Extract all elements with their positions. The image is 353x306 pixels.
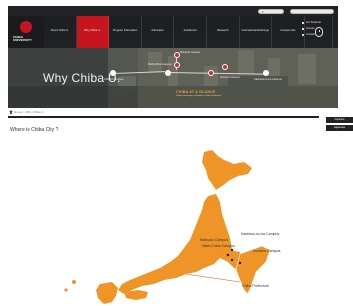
map-label-kashiwa: Kashiwa-no-ha Campus (241, 232, 280, 236)
hero-marker-label: Nishi-Chiba Campus (148, 63, 172, 66)
nav-label: Program Information (112, 29, 138, 32)
nav-about[interactable]: About Chiba U. (44, 16, 77, 48)
nav-academics[interactable]: Academics (174, 16, 207, 48)
map-hokkaido (202, 150, 252, 190)
page-title: Where is Chiba City ? (10, 127, 59, 133)
utility-link[interactable]: Contact (302, 32, 338, 38)
hero-marker-label: Matsudo Campus (180, 51, 201, 54)
logo-line-2: UNIVERSITY (13, 38, 33, 43)
feature-subtitle: Chiba University is located in Chiba Pre… (176, 95, 222, 97)
nav-label: About Chiba U. (50, 29, 69, 32)
breadcrumb-current: Why Chiba U. (25, 110, 45, 114)
hero-marker[interactable] (222, 64, 228, 70)
utility-links: For Students Access Contact (302, 20, 338, 38)
nav-label: International Exchange (241, 29, 270, 32)
map-label-inohana: Inohana Campus (253, 249, 281, 253)
top-utility-bar: ⚲ (8, 6, 338, 16)
sidebar-button-japanese[interactable]: Japanese (326, 125, 353, 131)
map-island (72, 280, 76, 284)
main-content: Where is Chiba City ? Kashiwa-no-ha Camp… (8, 116, 319, 304)
map-island (64, 288, 68, 292)
feature-callout[interactable]: CHIBA AT A GLANCE Chiba University is lo… (176, 90, 228, 98)
nav-label: Academics (183, 29, 197, 32)
japan-map: Kashiwa-no-ha Campus Matsudo Campus Nish… (8, 134, 319, 306)
campus-marker-kashiwa (230, 248, 234, 252)
map-label-matsudo: Matsudo Campus (200, 238, 229, 242)
home-icon[interactable] (9, 110, 13, 114)
map-kyushu (96, 282, 118, 304)
campus-marker-inohana (238, 261, 242, 265)
inset-connector-line (185, 273, 241, 283)
nav-label: Research (217, 29, 229, 32)
nav-campus-life[interactable]: Campus Life (272, 16, 305, 48)
hero-marker[interactable] (110, 70, 116, 76)
feature-title: CHIBA AT A GLANCE (176, 90, 216, 94)
nav-admission[interactable]: Admission (142, 16, 175, 48)
nav-label: Admission (151, 29, 164, 32)
nav-why[interactable]: Why Chiba U. (76, 16, 110, 48)
search-label: ⚲ (262, 11, 264, 14)
logo-text: CHIBA UNIVERSITY (13, 35, 33, 43)
main-navigation: About Chiba U. Why Chiba U. Program Info… (44, 16, 338, 48)
logo-emblem (20, 21, 32, 33)
nav-research[interactable]: Research (207, 16, 240, 48)
hero-marker[interactable] (174, 62, 180, 68)
hero-marker-label: Chiba Prefecture (104, 78, 124, 81)
hero-marker[interactable] (263, 70, 269, 76)
hero-marker-label: Kashiwa-no-ha Campus (254, 78, 282, 81)
hero-marker-label: Inohana Campus (220, 76, 240, 79)
sidebar-button-inquiries[interactable]: Inquiries (326, 117, 353, 123)
nav-label: Why Chiba U. (84, 29, 101, 32)
site-search-input[interactable] (290, 9, 334, 14)
campus-marker-nishichiba (230, 258, 234, 262)
breadcrumb-separator: > (23, 110, 25, 114)
japan-map-graphic (64, 150, 271, 304)
campus-marker-matsudo (226, 253, 230, 257)
hero-banner: ⚲ CHIBA UNIVERSITY About Chiba U. Why Ch… (8, 6, 338, 108)
breadcrumb-home[interactable]: Home (14, 110, 22, 114)
university-logo[interactable]: CHIBA UNIVERSITY (8, 16, 44, 48)
nav-programs[interactable]: Program Information (109, 16, 142, 48)
map-label-prefecture: Chiba Prefecture (242, 284, 269, 288)
nav-label: Campus Life (280, 29, 296, 32)
hero-marker[interactable] (208, 70, 214, 76)
breadcrumb: Home > Why Chiba U. (9, 110, 44, 114)
map-label-nishichiba: Nishi-Chiba Campus (202, 244, 235, 248)
map-shikoku (124, 290, 148, 300)
site-search-button[interactable]: ⚲ (258, 9, 284, 14)
hero-marker[interactable] (165, 70, 171, 76)
nav-international[interactable]: International Exchange (240, 16, 273, 48)
